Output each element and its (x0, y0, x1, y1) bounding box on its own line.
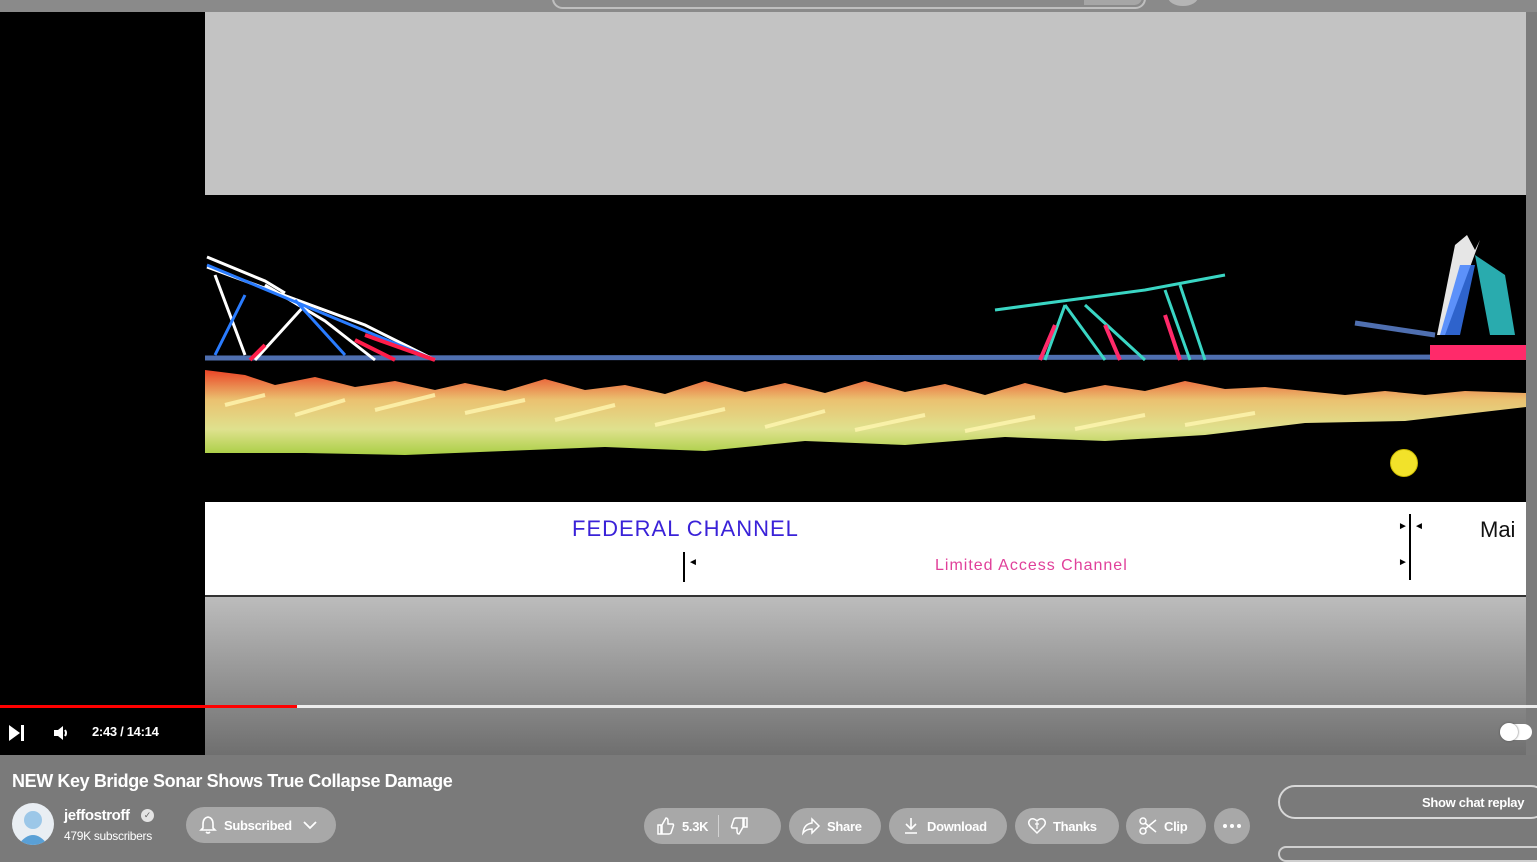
federal-channel-label: FEDERAL CHANNEL (572, 516, 799, 541)
channel-marker (1409, 514, 1411, 580)
limited-access-channel-label: Limited Access Channel (935, 557, 1128, 574)
like-dislike-group: 5.3K (644, 808, 781, 844)
download-icon (901, 816, 921, 836)
autoplay-toggle[interactable] (1500, 723, 1532, 741)
share-icon (801, 816, 821, 836)
main-channel-label: Mai (1480, 517, 1516, 542)
clip-label: Clip (1164, 818, 1188, 834)
channel-marker (683, 552, 685, 582)
like-icon[interactable] (656, 816, 676, 836)
player-controls: 2:43 / 14:14 (0, 712, 1537, 755)
heart-dollar-icon (1027, 816, 1047, 836)
like-count[interactable]: 5.3K (682, 819, 709, 834)
search-input[interactable] (552, 0, 1146, 9)
share-label: Share (827, 818, 862, 834)
sidebar-next-panel (1278, 846, 1537, 862)
volume-icon (54, 726, 67, 740)
show-chat-replay-label: Show chat replay (1422, 795, 1525, 810)
arrow-left-icon: ◄ (688, 557, 698, 568)
arrow-right-icon: ► (1398, 557, 1408, 568)
thanks-label: Thanks (1053, 818, 1097, 834)
mute-button[interactable] (52, 723, 72, 743)
arrow-right-icon: ► (1398, 521, 1408, 532)
next-video-button[interactable] (7, 723, 27, 743)
sonar-image (204, 195, 1527, 502)
scissors-icon (1138, 816, 1158, 836)
video-right-edge (1526, 12, 1537, 755)
like-divider (718, 815, 720, 837)
share-button[interactable]: Share (789, 808, 881, 844)
verified-icon: ✓ (141, 809, 154, 822)
video-frame: FEDERAL CHANNEL ◄ Limited Access Channel… (204, 12, 1527, 755)
skip-next-icon (9, 725, 24, 741)
masthead (0, 0, 1537, 12)
subscriber-count: 479K subscribers (64, 829, 152, 843)
clip-button[interactable]: Clip (1126, 808, 1206, 844)
chevron-down-icon (300, 815, 320, 835)
subscribed-button[interactable]: Subscribed (186, 807, 336, 843)
toggle-knob (1500, 723, 1518, 741)
download-label: Download (927, 818, 987, 834)
video-top-panel (205, 12, 1526, 195)
progress-bar-played (0, 705, 297, 708)
dislike-icon[interactable] (729, 816, 749, 836)
download-button[interactable]: Download (889, 808, 1007, 844)
mouse-cursor-highlight (1390, 449, 1418, 477)
more-actions-button[interactable] (1214, 808, 1250, 844)
thanks-button[interactable]: Thanks (1015, 808, 1119, 844)
arrow-left-icon: ◄ (1414, 521, 1424, 532)
channel-name[interactable]: jeffostroff (64, 807, 130, 824)
voice-search-button[interactable] (1168, 0, 1198, 6)
bell-icon (198, 815, 218, 835)
subscribed-label: Subscribed (224, 817, 292, 833)
video-title: NEW Key Bridge Sonar Shows True Collapse… (12, 771, 453, 791)
channel-avatar[interactable] (12, 803, 54, 845)
time-display: 2:43 / 14:14 (92, 724, 159, 739)
more-horizontal-icon (1222, 823, 1242, 829)
video-player[interactable]: FEDERAL CHANNEL ◄ Limited Access Channel… (0, 12, 1537, 755)
channel-label-band: FEDERAL CHANNEL ◄ Limited Access Channel… (205, 502, 1526, 597)
search-button[interactable] (1084, 0, 1142, 5)
show-chat-replay-button[interactable]: Show chat replay (1278, 785, 1537, 819)
